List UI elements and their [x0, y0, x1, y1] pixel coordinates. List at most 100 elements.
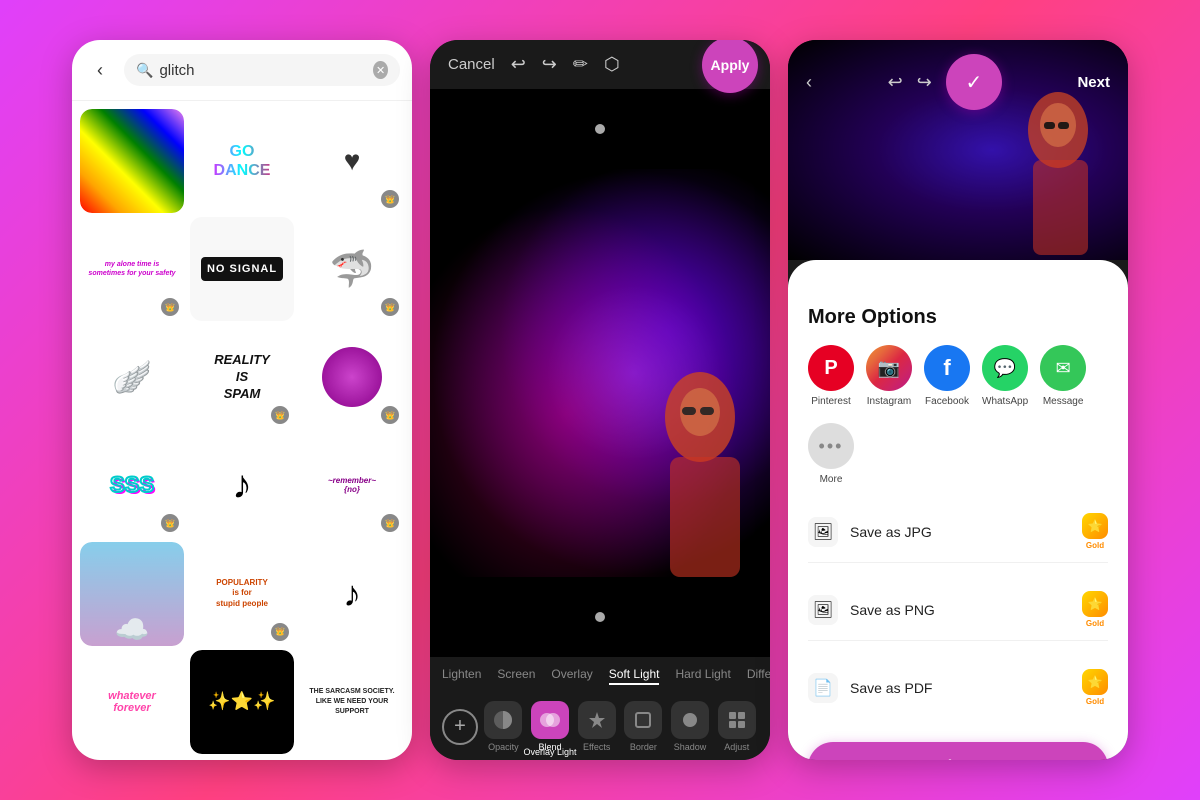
jpg-gold-badge: ⭐ Gold — [1082, 513, 1108, 550]
shadow-label: Shadow — [674, 742, 707, 752]
gold-text-png: Gold — [1086, 619, 1104, 628]
panel3-redo-button[interactable]: ↪ — [917, 72, 932, 93]
redo-button[interactable]: ↪ — [542, 54, 557, 75]
sticker-go-dance[interactable]: GODANCE — [190, 109, 294, 213]
effects-tool[interactable]: Effects — [575, 701, 618, 752]
sticker-sss[interactable]: SSS 👑 — [80, 433, 184, 537]
blend-overlay[interactable]: Overlay — [551, 665, 592, 685]
gold-icon: ⭐ — [1082, 513, 1108, 539]
share-icons-row: P Pinterest 📷 Instagram f Facebook 💬 — [808, 345, 1108, 407]
premium-badge: 👑 — [381, 406, 399, 424]
save-png-label: Save as PNG — [850, 602, 935, 618]
panel3-check-button[interactable]: ✓ — [946, 54, 1002, 110]
canvas-image[interactable] — [430, 169, 770, 577]
sticker-tiktok[interactable]: ♪ — [190, 433, 294, 537]
adjust-icon — [727, 710, 747, 730]
clear-search-button[interactable]: ✕ — [373, 61, 388, 79]
opacity-tool[interactable]: Opacity — [482, 701, 525, 752]
back-button[interactable]: ‹ — [84, 54, 116, 86]
adjust-tool[interactable]: Adjust — [715, 701, 758, 752]
blend-soft-light[interactable]: Soft Light — [609, 665, 660, 685]
more-share[interactable]: ••• More — [808, 423, 854, 485]
layers-button[interactable]: ⬡ — [604, 54, 620, 75]
add-button[interactable]: + — [442, 709, 478, 745]
sticker-stars[interactable]: ✨⭐✨ — [190, 650, 294, 754]
sticker-sarcasm[interactable]: THE SARCASM SOCIETY. LIKE WE NEED YOUR S… — [300, 650, 404, 754]
message-share[interactable]: ✉ Message — [1040, 345, 1086, 407]
border-tool[interactable]: Border — [622, 701, 665, 752]
more-options-content: More Options P Pinterest 📷 Instagram f F… — [788, 260, 1128, 760]
overlay-light-label: Overlay Light — [523, 747, 576, 757]
border-label: Border — [630, 742, 657, 752]
premium-badge: 👑 — [271, 623, 289, 641]
pinterest-share[interactable]: P Pinterest — [808, 345, 854, 407]
editor-panel: Cancel ↩ ↪ ✏ ⬡ Apply — [430, 40, 770, 760]
save-pdf-option[interactable]: 📄 Save as PDF ⭐ Gold — [808, 657, 1108, 718]
panel3-undo-button[interactable]: ↩ — [888, 72, 903, 93]
sticker-heart[interactable]: ♥ 👑 — [300, 109, 404, 213]
more-share-row: ••• More — [808, 423, 1108, 485]
sticker-reality-spam[interactable]: REALITYISSPAM 👑 — [190, 325, 294, 429]
sticker-whatever[interactable]: whateverforever — [80, 650, 184, 754]
sticker-alone-time[interactable]: my alone time is sometimes for your safe… — [80, 217, 184, 321]
sticker-rainbow[interactable] — [80, 109, 184, 213]
gold-text: Gold — [1086, 541, 1104, 550]
slider-dot-bottom — [595, 612, 605, 622]
toolbar-left: Cancel ↩ ↪ ✏ ⬡ — [448, 54, 620, 75]
facebook-label: Facebook — [925, 396, 969, 407]
pinterest-icon: P — [808, 345, 854, 391]
gold-text-pdf: Gold — [1086, 697, 1104, 706]
save-png-option[interactable]: 🖼 Save as PNG ⭐ Gold — [808, 579, 1108, 641]
more-options-panel: ‹ ↩ ↪ ✓ Next More Options P Pinterest 📷 — [788, 40, 1128, 760]
facebook-share[interactable]: f Facebook — [924, 345, 970, 407]
close-button-wrap: Close — [808, 734, 1108, 760]
effects-icon — [587, 710, 607, 730]
save-pdf-left: 📄 Save as PDF — [808, 673, 932, 703]
sticker-grid: GODANCE ♥ 👑 my alone time is sometimes f… — [72, 101, 412, 760]
border-icon — [633, 710, 653, 730]
premium-badge: 👑 — [161, 298, 179, 316]
premium-badge: 👑 — [381, 514, 399, 532]
save-jpg-option[interactable]: 🖼 Save as JPG ⭐ Gold — [808, 501, 1108, 563]
facebook-icon: f — [924, 345, 970, 391]
panel3-header: ‹ ↩ ↪ ✓ Next — [788, 40, 1128, 124]
sticker-shark[interactable]: 🦈 👑 — [300, 217, 404, 321]
eraser-button[interactable]: ✏ — [573, 54, 588, 75]
blend-difference[interactable]: Difference — [747, 665, 770, 685]
blend-lighten[interactable]: Lighten — [442, 665, 481, 685]
sticker-clouds[interactable]: ☁️ — [80, 542, 184, 646]
gold-icon-pdf: ⭐ — [1082, 669, 1108, 695]
sticker-wings[interactable]: 🪽 — [80, 325, 184, 429]
whatsapp-label: WhatsApp — [982, 396, 1028, 407]
search-bar: ‹ 🔍 ✕ — [72, 40, 412, 101]
message-icon: ✉ — [1040, 345, 1086, 391]
sticker-remember[interactable]: ~remember~{no} 👑 — [300, 433, 404, 537]
whatsapp-share[interactable]: 💬 WhatsApp — [982, 345, 1028, 407]
opacity-icon — [493, 710, 513, 730]
sticker-popularity[interactable]: POPULARITYis forstupid people 👑 — [190, 542, 294, 646]
more-label: More — [820, 474, 843, 485]
sticker-no-signal[interactable]: NO SIGNAL — [190, 217, 294, 321]
save-png-left: 🖼 Save as PNG — [808, 595, 935, 625]
editor-tools: + Opacity Overlay Light Blend — [430, 693, 770, 760]
shadow-tool[interactable]: Shadow — [669, 701, 712, 752]
close-button[interactable]: Close — [808, 742, 1108, 760]
blend-hard-light[interactable]: Hard Light — [675, 665, 730, 685]
save-pdf-label: Save as PDF — [850, 680, 932, 696]
next-button[interactable]: Next — [1077, 74, 1110, 91]
blend-screen[interactable]: Screen — [497, 665, 535, 685]
premium-badge: 👑 — [381, 298, 399, 316]
pinterest-label: Pinterest — [811, 396, 850, 407]
panel3-back-button[interactable]: ‹ — [806, 72, 812, 93]
save-png-icon: 🖼 — [808, 595, 838, 625]
save-jpg-icon: 🖼 — [808, 517, 838, 547]
cancel-button[interactable]: Cancel — [448, 56, 495, 73]
sticker-purple-circle[interactable]: 👑 — [300, 325, 404, 429]
blend-tool[interactable]: Overlay Light Blend — [529, 701, 572, 752]
search-input[interactable] — [159, 62, 367, 79]
apply-button[interactable]: Apply — [702, 40, 758, 93]
instagram-share[interactable]: 📷 Instagram — [866, 345, 912, 407]
sticker-tiktok2[interactable]: ♪ — [300, 542, 404, 646]
undo-button[interactable]: ↩ — [511, 54, 526, 75]
photo-subject — [430, 169, 770, 577]
